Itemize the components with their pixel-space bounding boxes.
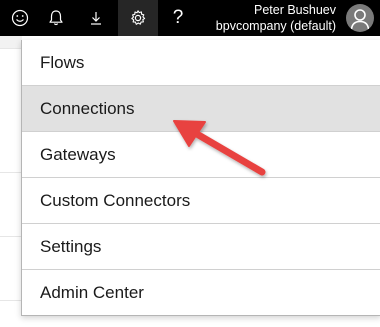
menu-item-label: Gateways: [40, 144, 116, 164]
background-divider: [0, 48, 22, 49]
avatar[interactable]: [346, 4, 374, 32]
menu-item-custom-connectors[interactable]: Custom Connectors: [22, 178, 380, 224]
download-icon[interactable]: [76, 0, 116, 36]
background-divider: [0, 300, 22, 301]
background-divider: [0, 236, 22, 237]
menu-item-label: Flows: [40, 52, 85, 72]
help-glyph: ?: [172, 7, 184, 28]
menu-item-flows[interactable]: Flows: [22, 40, 380, 86]
menu-item-label: Settings: [40, 236, 102, 256]
user-name: Peter Bushuev: [254, 3, 336, 17]
person-icon: [350, 9, 370, 30]
gear-icon[interactable]: [118, 0, 158, 36]
menu-item-label: Custom Connectors: [40, 190, 191, 210]
background-header-strip: [0, 36, 22, 48]
environment-name: bpvcompany (default): [215, 19, 336, 33]
menu-item-label: Admin Center: [40, 283, 144, 302]
bell-icon[interactable]: [36, 0, 76, 36]
help-icon[interactable]: ?: [158, 0, 198, 36]
background-divider: [0, 172, 22, 173]
background-page: [0, 36, 22, 327]
smiley-icon[interactable]: [0, 0, 40, 36]
menu-item-settings[interactable]: Settings: [22, 224, 380, 270]
menu-item-connections[interactable]: Connections: [22, 86, 380, 132]
top-bar: ? Peter Bushuev bpvcompany (default): [0, 0, 380, 36]
menu-item-label: Connections: [40, 98, 135, 118]
menu-item-admin-center[interactable]: Admin Center: [22, 270, 380, 316]
settings-dropdown-menu: Flows Connections Gateways Custom Connec…: [21, 40, 380, 316]
user-info[interactable]: Peter Bushuev bpvcompany (default): [216, 2, 336, 34]
menu-item-gateways[interactable]: Gateways: [22, 132, 380, 178]
